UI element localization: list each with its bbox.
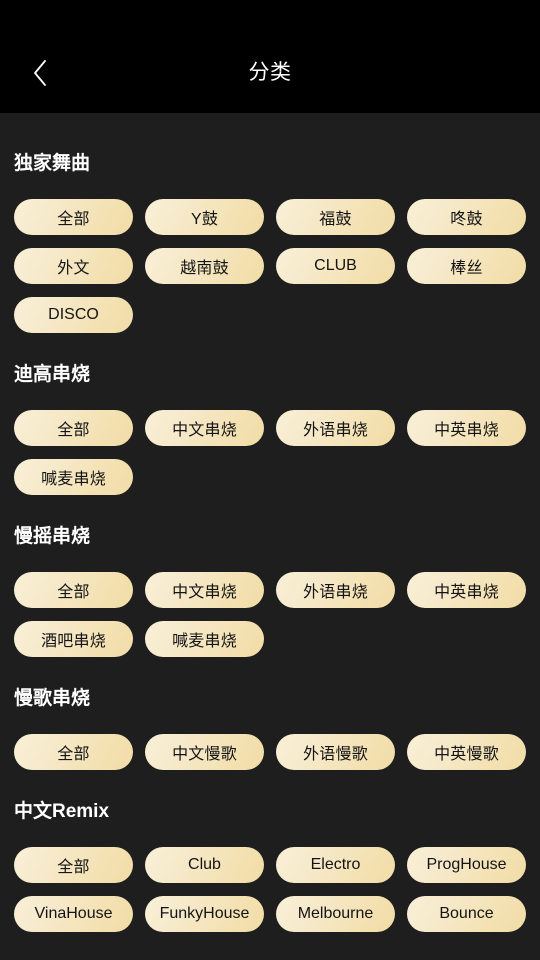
- category-chip[interactable]: 外文: [14, 248, 133, 284]
- category-chip[interactable]: 全部: [14, 199, 133, 235]
- chip-grid: 全部 Club Electro ProgHouse VinaHouse FunkyHous…: [14, 847, 540, 936]
- category-chip[interactable]: 中文串烧: [145, 410, 264, 446]
- category-chip[interactable]: FunkyHouse: [145, 896, 264, 932]
- category-chip[interactable]: 喊麦串烧: [145, 621, 264, 657]
- category-chip[interactable]: 福鼓: [276, 199, 395, 235]
- chip-grid: 全部 中文慢歌 外语慢歌 中英慢歌: [14, 734, 540, 774]
- app-bar: 分类: [0, 32, 540, 113]
- category-chip[interactable]: 咚鼓: [407, 199, 526, 235]
- category-chip[interactable]: 外语慢歌: [276, 734, 395, 770]
- category-chip[interactable]: 全部: [14, 847, 133, 883]
- category-chip[interactable]: DISCO: [14, 297, 133, 333]
- category-chip[interactable]: CLUB: [276, 248, 395, 284]
- category-chip[interactable]: 中文慢歌: [145, 734, 264, 770]
- category-section: 慢歌串烧全部 中文慢歌 外语慢歌 中英慢歌: [0, 661, 540, 774]
- category-chip[interactable]: ProgHouse: [407, 847, 526, 883]
- category-chip[interactable]: Club: [145, 847, 264, 883]
- category-section: 中文Remix 全部 Club Electro ProgHouse VinaHouse Fu…: [0, 774, 540, 936]
- chip-grid: 全部 中文串烧 外语串烧 中英串烧酒吧串烧 喊麦串烧: [14, 572, 540, 661]
- category-chip[interactable]: 中英串烧: [407, 572, 526, 608]
- section-title: 迪高串烧: [14, 364, 91, 385]
- category-chip[interactable]: Melbourne: [276, 896, 395, 932]
- category-screen: 分类 独家舞曲 全部 Y鼓 福鼓 咚鼓 外文 越南鼓 CLUB 棒丝 DISCO 迪高串烧 全部 中文串…: [0, 0, 540, 960]
- category-chip[interactable]: VinaHouse: [14, 896, 133, 932]
- category-scroll-area[interactable]: 独家舞曲 全部 Y鼓 福鼓 咚鼓 外文 越南鼓 CLUB 棒丝 DISCO 迪高串烧 全部 中文串烧 外语…: [0, 113, 540, 960]
- category-chip[interactable]: 棒丝: [407, 248, 526, 284]
- category-chip[interactable]: 中英慢歌: [407, 734, 526, 770]
- category-chip[interactable]: 外语串烧: [276, 410, 395, 446]
- chip-grid: 全部 Y鼓 福鼓 咚鼓外文 越南鼓 CLUB 棒丝 DISCO: [14, 199, 540, 337]
- section-title: 慢歌串烧: [14, 688, 91, 709]
- category-chip[interactable]: 全部: [14, 734, 133, 770]
- category-chip[interactable]: 酒吧串烧: [14, 621, 133, 657]
- category-section: 迪高串烧全部 中文串烧 外语串烧 中英串烧喊麦串烧: [0, 337, 540, 499]
- category-chip[interactable]: 全部: [14, 410, 133, 446]
- category-chip[interactable]: Electro: [276, 847, 395, 883]
- status-bar: [0, 0, 540, 32]
- category-chip[interactable]: 外语串烧: [276, 572, 395, 608]
- category-chip[interactable]: 中文串烧: [145, 572, 264, 608]
- section-title: 中文Remix: [14, 801, 110, 822]
- category-chip[interactable]: 中英串烧: [407, 410, 526, 446]
- category-chip[interactable]: 越南鼓: [145, 248, 264, 284]
- section-title: 慢摇串烧: [14, 526, 91, 547]
- category-chip[interactable]: 喊麦串烧: [14, 459, 133, 495]
- category-chip[interactable]: Y鼓: [145, 199, 264, 235]
- category-chip[interactable]: Bounce: [407, 896, 526, 932]
- section-title: 独家舞曲: [14, 153, 91, 174]
- page-title: 分类: [248, 61, 292, 84]
- category-section: 独家舞曲全部 Y鼓 福鼓 咚鼓外文 越南鼓 CLUB 棒丝 DISCO: [0, 113, 540, 337]
- category-section: 慢摇串烧全部 中文串烧 外语串烧 中英串烧酒吧串烧 喊麦串烧: [0, 499, 540, 661]
- back-button[interactable]: [18, 51, 62, 95]
- category-chip[interactable]: 全部: [14, 572, 133, 608]
- chip-grid: 全部 中文串烧 外语串烧 中英串烧喊麦串烧: [14, 410, 540, 499]
- chevron-left-icon: [32, 59, 48, 87]
